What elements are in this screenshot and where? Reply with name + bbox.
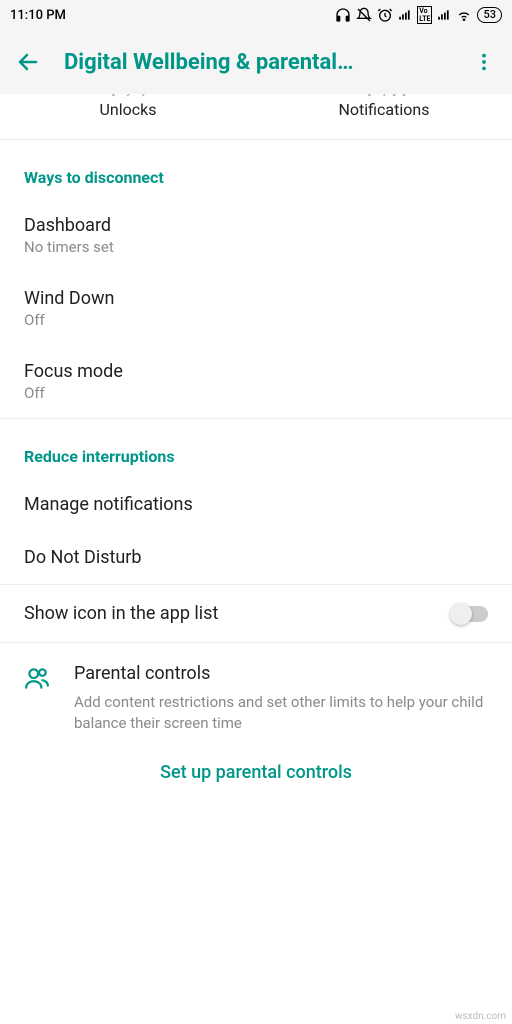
item-focus-sub: Off <box>24 384 488 402</box>
alarm-icon <box>377 7 393 23</box>
signal-icon <box>398 8 412 22</box>
stat-notifications-value: 170 <box>256 94 512 96</box>
item-winddown-sub: Off <box>24 311 488 329</box>
watermark: wsxdn.com <box>453 1011 508 1022</box>
bell-off-icon <box>356 7 372 23</box>
status-bar: 11:10 PM VoLTE 53 <box>0 0 512 30</box>
item-winddown-title: Wind Down <box>24 288 488 309</box>
item-dnd-title: Do Not Disturb <box>24 547 488 568</box>
item-parental-controls[interactable]: Parental controls Add content restrictio… <box>0 643 512 744</box>
parental-desc: Add content restrictions and set other l… <box>74 692 488 734</box>
item-focus[interactable]: Focus mode Off <box>0 345 512 418</box>
parental-title: Parental controls <box>74 663 488 684</box>
item-dnd[interactable]: Do Not Disturb <box>0 531 512 584</box>
section-header-disconnect: Ways to disconnect <box>0 140 512 199</box>
stat-unlocks[interactable]: 127 Unlocks <box>0 94 256 119</box>
item-winddown[interactable]: Wind Down Off <box>0 272 512 345</box>
stat-notifications-label: Notifications <box>256 100 512 119</box>
back-button[interactable] <box>12 46 44 78</box>
item-manage-title: Manage notifications <box>24 494 488 515</box>
headphones-icon <box>335 7 351 23</box>
setup-parental-button[interactable]: Set up parental controls <box>0 744 512 807</box>
overflow-menu-button[interactable] <box>468 46 500 78</box>
signal-icon-2 <box>437 8 451 22</box>
wifi-icon <box>456 7 472 23</box>
stat-unlocks-value: 127 <box>0 94 256 96</box>
volte-icon: VoLTE <box>417 6 432 24</box>
section-header-reduce: Reduce interruptions <box>0 419 512 478</box>
show-icon-label: Show icon in the app list <box>24 603 452 624</box>
status-time: 11:10 PM <box>10 8 66 23</box>
item-manage-notifications[interactable]: Manage notifications <box>0 478 512 531</box>
item-dashboard-title: Dashboard <box>24 215 488 236</box>
people-icon <box>24 665 52 734</box>
content-scroll[interactable]: 127 Unlocks 170 Notifications Ways to di… <box>0 94 512 1024</box>
battery-icon: 53 <box>477 7 502 23</box>
stat-unlocks-label: Unlocks <box>0 100 256 119</box>
item-show-icon[interactable]: Show icon in the app list <box>0 584 512 643</box>
stat-notifications[interactable]: 170 Notifications <box>256 94 512 119</box>
stats-row: 127 Unlocks 170 Notifications <box>0 94 512 140</box>
app-bar: Digital Wellbeing & parental… <box>0 30 512 94</box>
item-dashboard-sub: No timers set <box>24 238 488 256</box>
page-title: Digital Wellbeing & parental… <box>64 50 448 75</box>
item-focus-title: Focus mode <box>24 361 488 382</box>
status-icons: VoLTE 53 <box>66 6 502 24</box>
show-icon-toggle[interactable] <box>452 606 488 622</box>
item-dashboard[interactable]: Dashboard No timers set <box>0 199 512 272</box>
